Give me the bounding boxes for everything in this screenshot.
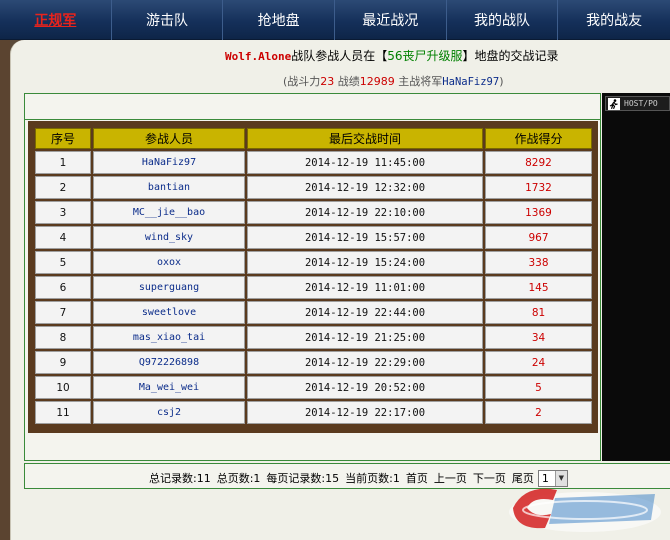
battle-record-table: 序号 参战人员 最后交战时间 作战得分 1 HaNaFiz97 2014-12-19 11…	[28, 121, 598, 433]
server-name[interactable]: 56丧尸升级服	[387, 49, 462, 63]
table-row: 3 MC__jie__bao 2014-12-19 22:10:00 1369	[35, 201, 592, 224]
row-index: 9	[35, 351, 91, 374]
frame-divider	[24, 119, 601, 120]
battle-score: 2	[485, 401, 592, 424]
commander-name[interactable]: HaNaFiz97	[442, 76, 499, 88]
last-battle-time: 2014-12-19 11:01:00	[247, 276, 483, 299]
last-battle-time: 2014-12-19 22:44:00	[247, 301, 483, 324]
first-page-link[interactable]: 首页	[406, 470, 428, 486]
row-index: 1	[35, 151, 91, 174]
table-row: 11 csj2 2014-12-19 22:17:00 2	[35, 401, 592, 424]
stats-suffix: )	[499, 75, 504, 88]
column-header: 参战人员	[93, 128, 245, 149]
battle-score: 967	[485, 226, 592, 249]
last-battle-time: 2014-12-19 21:25:00	[247, 326, 483, 349]
title-end-text: 】地盘的交战记录	[462, 49, 559, 63]
nav-item-1[interactable]: 正规军	[0, 0, 112, 40]
watermark-logo	[505, 478, 665, 536]
player-name[interactable]: csj2	[93, 401, 245, 424]
table-row: 9 Q972226898 2014-12-19 22:29:00 24	[35, 351, 592, 374]
row-index: 5	[35, 251, 91, 274]
last-battle-time: 2014-12-19 15:24:00	[247, 251, 483, 274]
power-value: 23	[320, 75, 335, 88]
battle-score: 5	[485, 376, 592, 399]
table-body: 1 HaNaFiz97 2014-12-19 11:45:00 8292 2 bantia…	[35, 151, 592, 424]
team-name[interactable]: Wolf.Alone	[225, 50, 291, 63]
table-row: 4 wind_sky 2014-12-19 15:57:00 967	[35, 226, 592, 249]
total-records: 总记录数:11	[149, 472, 211, 485]
battle-score: 34	[485, 326, 592, 349]
battle-score: 1369	[485, 201, 592, 224]
row-index: 3	[35, 201, 91, 224]
player-name[interactable]: mas_xiao_tai	[93, 326, 245, 349]
record-value: 12989	[359, 75, 395, 88]
column-header: 序号	[35, 128, 91, 149]
side-panel	[602, 93, 670, 461]
battle-score: 24	[485, 351, 592, 374]
total-pages: 总页数:1	[216, 472, 261, 485]
battle-score: 1732	[485, 176, 592, 199]
last-battle-time: 2014-12-19 15:57:00	[247, 226, 483, 249]
player-name[interactable]: Q972226898	[93, 351, 245, 374]
table-row: 2 bantian 2014-12-19 12:32:00 1732	[35, 176, 592, 199]
table-row: 7 sweetlove 2014-12-19 22:44:00 81	[35, 301, 592, 324]
side-panel-tab[interactable]: HOST/PO	[605, 96, 670, 111]
table-header-row: 序号 参战人员 最后交战时间 作战得分	[35, 128, 592, 149]
row-index: 11	[35, 401, 91, 424]
table-row: 8 mas_xiao_tai 2014-12-19 21:25:00 34	[35, 326, 592, 349]
runner-icon	[608, 97, 620, 110]
top-nav: 正规军 游击队 抢地盘 最近战况 我的战队 我的战友	[0, 0, 670, 40]
nav-item-5[interactable]: 我的战队	[447, 0, 559, 40]
last-battle-time: 2014-12-19 12:32:00	[247, 176, 483, 199]
player-name[interactable]: MC__jie__bao	[93, 201, 245, 224]
player-name[interactable]: bantian	[93, 176, 245, 199]
player-name[interactable]: oxox	[93, 251, 245, 274]
next-page-link[interactable]: 下一页	[473, 470, 506, 486]
nav-item-6[interactable]: 我的战友	[558, 0, 670, 40]
player-name[interactable]: wind_sky	[93, 226, 245, 249]
nav-item-3[interactable]: 抢地盘	[223, 0, 335, 40]
row-index: 10	[35, 376, 91, 399]
battle-score: 81	[485, 301, 592, 324]
column-header: 最后交战时间	[247, 128, 483, 149]
nav-item-4[interactable]: 最近战况	[335, 0, 447, 40]
record-label: 战绩	[334, 75, 360, 88]
player-name[interactable]: sweetlove	[93, 301, 245, 324]
table-row: 1 HaNaFiz97 2014-12-19 11:45:00 8292	[35, 151, 592, 174]
left-border-strip	[0, 40, 10, 540]
stats-prefix: (战斗力	[283, 75, 321, 88]
row-index: 4	[35, 226, 91, 249]
table-row: 10 Ma_wei_wei 2014-12-19 20:52:00 5	[35, 376, 592, 399]
prev-page-link[interactable]: 上一页	[434, 470, 467, 486]
player-name[interactable]: superguang	[93, 276, 245, 299]
row-index: 2	[35, 176, 91, 199]
page-title: Wolf.Alone战队参战人员在【56丧尸升级服】地盘的交战记录	[225, 47, 559, 63]
last-battle-time: 2014-12-19 22:17:00	[247, 401, 483, 424]
row-index: 7	[35, 301, 91, 324]
battle-score: 8292	[485, 151, 592, 174]
table-row: 6 superguang 2014-12-19 11:01:00 145	[35, 276, 592, 299]
title-mid-text: 战队参战人员在【	[291, 49, 388, 63]
battle-score: 145	[485, 276, 592, 299]
current-page: 当前页数:1	[345, 472, 400, 485]
player-name[interactable]: Ma_wei_wei	[93, 376, 245, 399]
player-name[interactable]: HaNaFiz97	[93, 151, 245, 174]
last-battle-time: 2014-12-19 22:10:00	[247, 201, 483, 224]
team-stats: (战斗力23 战绩12989 主战将军HaNaFiz97)	[283, 73, 504, 88]
per-page: 每页记录数:15	[266, 472, 340, 485]
commander-label: 主战将军	[394, 75, 443, 88]
side-tab-label: HOST/PO	[624, 99, 658, 108]
nav-item-2[interactable]: 游击队	[112, 0, 224, 40]
last-battle-time: 2014-12-19 20:52:00	[247, 376, 483, 399]
row-index: 6	[35, 276, 91, 299]
battle-score: 338	[485, 251, 592, 274]
table-row: 5 oxox 2014-12-19 15:24:00 338	[35, 251, 592, 274]
row-index: 8	[35, 326, 91, 349]
last-battle-time: 2014-12-19 11:45:00	[247, 151, 483, 174]
column-header: 作战得分	[485, 128, 592, 149]
last-battle-time: 2014-12-19 22:29:00	[247, 351, 483, 374]
